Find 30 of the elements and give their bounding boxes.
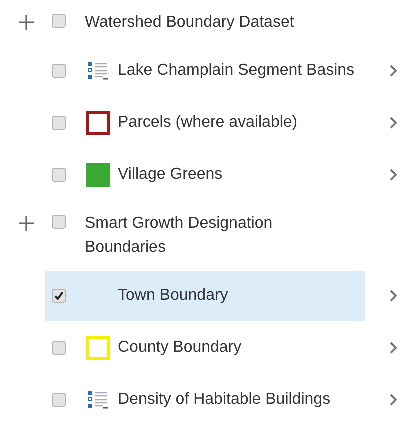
checkbox[interactable] — [52, 215, 66, 229]
layer-row[interactable]: Town Boundary — [45, 271, 365, 321]
layer-title: Parcels (where available) — [118, 114, 298, 132]
layer-group-title: Smart Growth Designation Boundaries — [85, 214, 274, 258]
checkbox[interactable] — [52, 116, 66, 130]
layer-group-title: Watershed Boundary Dataset — [85, 13, 296, 33]
chevron-right-icon[interactable] — [389, 393, 398, 407]
layer-title: Lake Champlain Segment Basins — [118, 62, 355, 80]
layer-row[interactable]: Density of Habitable Buildings — [45, 375, 365, 425]
layer-title: Town Boundary — [118, 287, 228, 305]
layer-row[interactable]: County Boundary — [45, 323, 365, 373]
layer-title: Density of Habitable Buildings — [118, 391, 331, 409]
chevron-right-icon[interactable] — [389, 289, 398, 303]
layer-row[interactable]: Village Greens — [45, 150, 365, 200]
checkbox[interactable] — [52, 168, 66, 182]
layer-row[interactable]: Parcels (where available) — [45, 98, 365, 148]
layer-title: County Boundary — [118, 339, 242, 357]
checkbox[interactable] — [52, 341, 66, 355]
chevron-right-icon[interactable] — [389, 168, 398, 182]
chevron-right-icon[interactable] — [389, 64, 398, 78]
checkbox[interactable] — [52, 393, 66, 407]
expand-icon[interactable] — [18, 215, 35, 232]
layer-row[interactable]: Lake Champlain Segment Basins — [45, 46, 365, 96]
layer-title: Village Greens — [118, 166, 223, 184]
checkbox[interactable] — [52, 64, 66, 78]
checkbox[interactable] — [52, 289, 66, 303]
chevron-right-icon[interactable] — [389, 341, 398, 355]
checkbox[interactable] — [52, 14, 66, 28]
expand-icon[interactable] — [18, 14, 35, 31]
chevron-right-icon[interactable] — [389, 116, 398, 130]
